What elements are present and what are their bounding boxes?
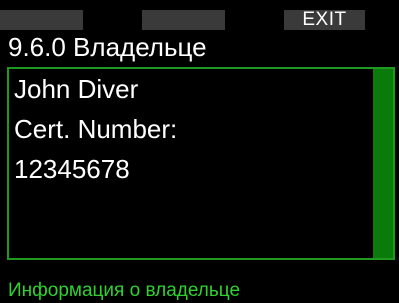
owner-name: John Diver [14,74,139,104]
status-description: Информация о владельце [8,280,241,301]
page-title: 9.6.0 Владельце [8,32,207,62]
softkey-left[interactable] [0,10,83,30]
scrollbar[interactable] [373,69,393,258]
cert-number-value: 12345678 [14,154,130,184]
exit-softkey[interactable]: EXIT [284,10,365,30]
owner-info-panel: John Diver Cert. Number: 12345678 [7,67,395,260]
owner-info-lines: John Diver Cert. Number: 12345678 [14,69,374,189]
softkey-middle[interactable] [142,10,225,30]
cert-number-label: Cert. Number: [14,114,178,144]
